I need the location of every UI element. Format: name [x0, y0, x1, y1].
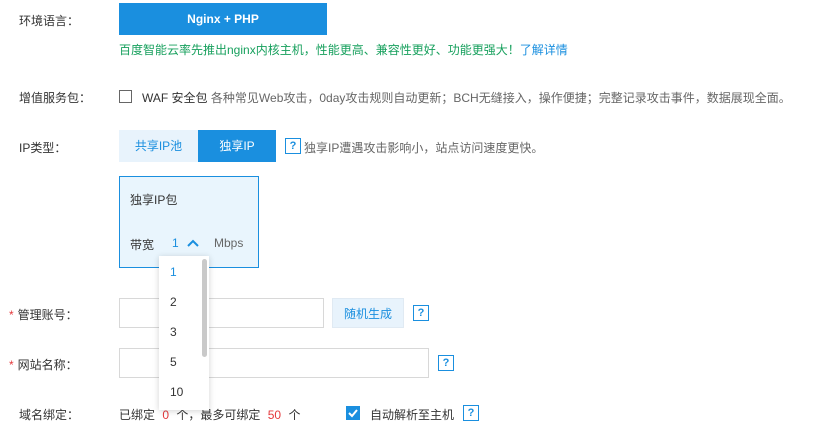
bound-prefix: 已绑定 — [119, 408, 156, 422]
tab-shared-ip[interactable]: 共享IP池 — [119, 130, 198, 162]
dropdown-option[interactable]: 2 — [170, 295, 177, 309]
ip-type-label: IP类型： — [19, 141, 67, 155]
tab-dedicated-ip[interactable]: 独享IP — [198, 130, 276, 162]
account-label-text: 管理账号： — [17, 308, 78, 322]
domain-help-icon[interactable]: ? — [463, 405, 479, 421]
max-suffix: 个 — [288, 408, 301, 422]
random-generate-button[interactable]: 随机生成 — [332, 298, 404, 328]
dropdown-option[interactable]: 3 — [170, 325, 177, 339]
max-count: 50 — [267, 408, 282, 422]
required-mark: * — [9, 308, 14, 322]
bound-count: 0 — [162, 408, 170, 422]
required-mark: * — [9, 358, 14, 372]
env-label: 环境语言： — [19, 14, 80, 28]
domain-label: 域名绑定： — [19, 408, 80, 422]
addon-label: 增值服务包： — [19, 91, 92, 105]
env-select-button[interactable]: Nginx + PHP 5.2/5.3/5.4/5.6/7.0/7.3 — [119, 3, 327, 58]
ip-type-help-icon[interactable]: ? — [285, 138, 301, 154]
bandwidth-label: 带宽 — [130, 238, 155, 252]
dropdown-option[interactable]: 1 — [170, 265, 177, 279]
env-description-text: 百度智能云率先推出nginx内核主机，性能更高、兼容性更好、功能更强大！ — [119, 43, 520, 57]
bandwidth-unit: Mbps — [214, 236, 244, 250]
ip-package-title: 独享IP包 — [130, 193, 178, 207]
domain-bind-info: 已绑定 0 个，最多可绑定 50 个 — [119, 406, 300, 423]
max-prefix: 个，最多可绑定 — [176, 408, 261, 422]
auto-resolve-label: 自动解析至主机 — [370, 408, 455, 422]
account-label: * 管理账号： — [9, 306, 78, 323]
site-name-help-icon[interactable]: ? — [438, 355, 454, 371]
waf-checkbox[interactable] — [119, 90, 132, 103]
waf-option: WAF 安全包 各种常见Web攻击，0day攻击规则自动更新；BCH无缝接入，操… — [142, 89, 791, 106]
check-icon — [348, 409, 358, 418]
env-description: 百度智能云率先推出nginx内核主机，性能更高、兼容性更好、功能更强大！了解详情 — [119, 41, 568, 58]
site-name-label: * 网站名称： — [9, 356, 78, 373]
ip-package-card[interactable]: 独享IP包 带宽 1 Mbps — [119, 176, 259, 268]
waf-name: WAF 安全包 — [142, 91, 208, 105]
dropdown-scrollbar[interactable] — [202, 259, 207, 357]
dropdown-option[interactable]: 5 — [170, 355, 177, 369]
auto-resolve-checkbox[interactable] — [346, 406, 360, 420]
bandwidth-value: 1 — [172, 236, 179, 250]
chevron-up-icon — [187, 239, 199, 247]
account-help-icon[interactable]: ? — [413, 305, 429, 321]
bandwidth-dropdown[interactable]: 1 2 3 5 10 — [159, 256, 209, 410]
account-input[interactable] — [119, 298, 324, 328]
site-name-label-text: 网站名称： — [17, 358, 78, 372]
dropdown-option[interactable]: 10 — [170, 385, 183, 399]
bandwidth-select[interactable]: 1 — [170, 234, 202, 252]
waf-description: 各种常见Web攻击，0day攻击规则自动更新；BCH无缝接入，操作便捷；完整记录… — [210, 91, 791, 105]
ip-type-hint: 独享IP遭遇攻击影响小，站点访问速度更快。 — [304, 141, 544, 155]
env-detail-link[interactable]: 了解详情 — [520, 43, 568, 57]
